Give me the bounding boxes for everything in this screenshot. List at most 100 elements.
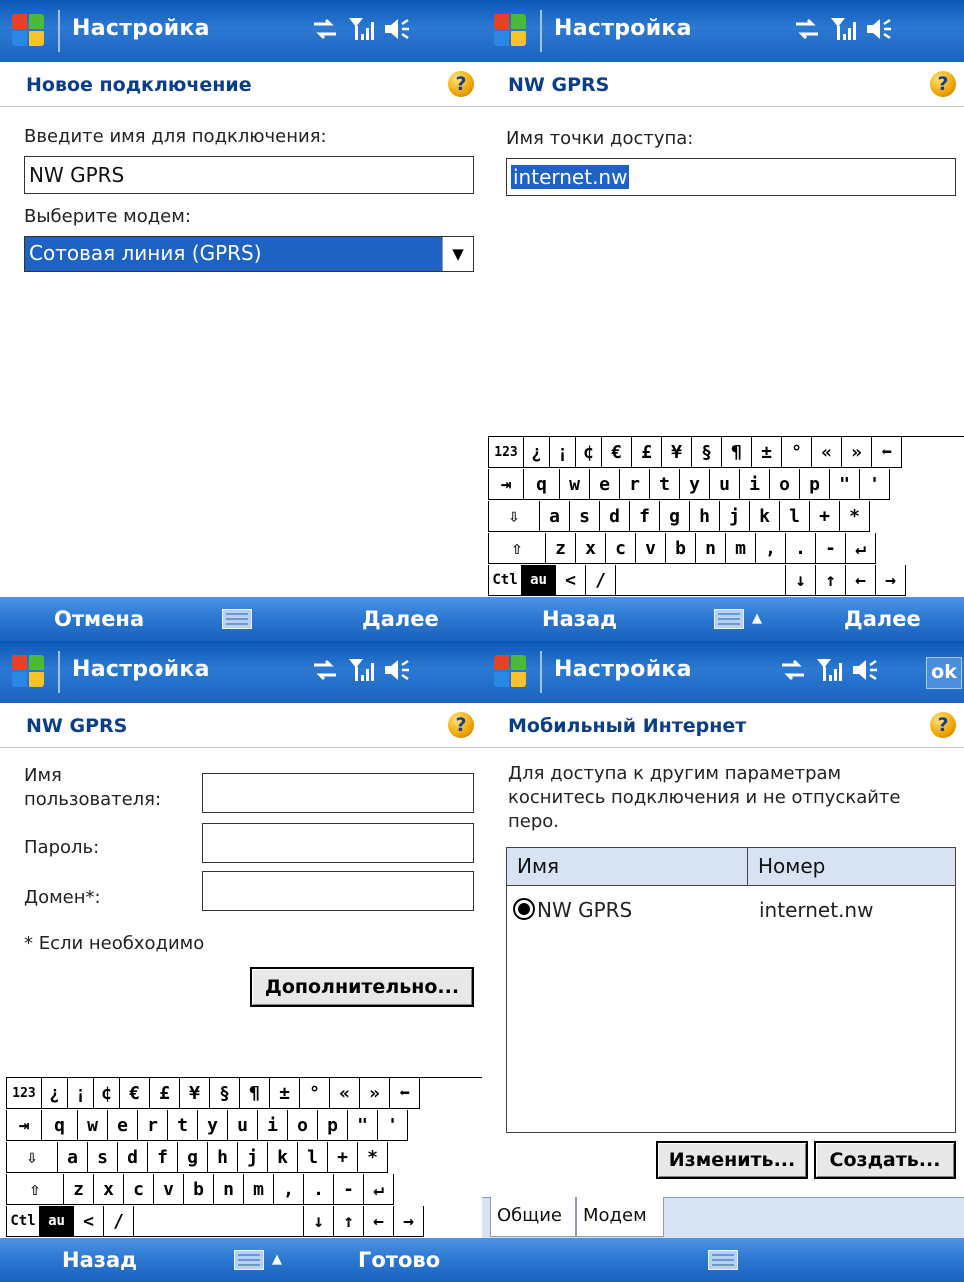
keyboard-key[interactable]: ' <box>378 1110 408 1141</box>
keyboard-key[interactable]: t <box>168 1110 198 1141</box>
keyboard-key[interactable]: ↵ <box>846 533 876 564</box>
list-item[interactable]: NW GPRS internet.nw <box>507 888 955 928</box>
keyboard-key[interactable]: " <box>348 1110 378 1141</box>
keyboard-key[interactable]: n <box>214 1174 244 1205</box>
keyboard-key[interactable]: z <box>546 533 576 564</box>
keyboard-key[interactable]: x <box>576 533 606 564</box>
connectivity-icon[interactable] <box>778 655 808 685</box>
keyboard-key[interactable]: u <box>228 1110 258 1141</box>
keyboard-key[interactable]: y <box>680 469 710 500</box>
keyboard-key[interactable] <box>134 1206 304 1237</box>
keyboard-key[interactable]: r <box>620 469 650 500</box>
keyboard-key[interactable]: / <box>586 565 616 596</box>
keyboard-key[interactable]: ⬅ <box>390 1078 420 1109</box>
keyboard-key[interactable]: ⬅ <box>872 437 902 468</box>
keyboard-key[interactable]: ⇩ <box>488 501 540 532</box>
keyboard-key[interactable]: d <box>118 1142 148 1173</box>
keyboard-key[interactable]: ⇥ <box>6 1110 42 1141</box>
keyboard-key[interactable]: w <box>78 1110 108 1141</box>
keyboard-key[interactable]: « <box>330 1078 360 1109</box>
keyboard-key[interactable] <box>616 565 786 596</box>
signal-icon[interactable] <box>346 655 376 685</box>
keyboard-key[interactable]: , <box>756 533 786 564</box>
column-header-name[interactable]: Имя <box>507 848 748 886</box>
keyboard-key[interactable]: y <box>198 1110 228 1141</box>
keyboard-key[interactable]: ¡ <box>550 437 576 468</box>
keyboard-key[interactable]: j <box>238 1142 268 1173</box>
signal-icon[interactable] <box>828 14 858 44</box>
keyboard-key[interactable]: » <box>360 1078 390 1109</box>
keyboard-key[interactable]: q <box>42 1110 78 1141</box>
keyboard-key[interactable]: £ <box>150 1078 180 1109</box>
keyboard-key[interactable]: l <box>780 501 810 532</box>
keyboard-key[interactable]: § <box>210 1078 240 1109</box>
keyboard-key[interactable]: ° <box>782 437 812 468</box>
tab-general[interactable]: Общие <box>490 1197 576 1237</box>
keyboard-key[interactable]: § <box>692 437 722 468</box>
keyboard-key[interactable]: h <box>690 501 720 532</box>
connection-name-input[interactable]: NW GPRS <box>24 156 474 194</box>
keyboard-key[interactable]: c <box>606 533 636 564</box>
back-button[interactable]: Назад <box>62 1248 137 1272</box>
keyboard-key[interactable]: 123 <box>6 1078 42 1109</box>
ok-button[interactable]: ok <box>926 657 962 689</box>
keyboard-key[interactable]: au <box>40 1206 74 1237</box>
keyboard-key[interactable]: b <box>184 1174 214 1205</box>
keyboard-key[interactable]: ' <box>860 469 890 500</box>
keyboard-key[interactable]: a <box>58 1142 88 1173</box>
help-icon[interactable]: ? <box>448 71 474 97</box>
connectivity-icon[interactable] <box>792 14 822 44</box>
keyboard-key[interactable]: * <box>840 501 870 532</box>
keyboard-key[interactable]: ↑ <box>334 1206 364 1237</box>
keyboard-key[interactable]: v <box>636 533 666 564</box>
keyboard-key[interactable]: r <box>138 1110 168 1141</box>
keyboard-key[interactable]: ¶ <box>722 437 752 468</box>
keyboard-key[interactable]: a <box>540 501 570 532</box>
connectivity-icon[interactable] <box>310 14 340 44</box>
keyboard-key[interactable]: f <box>148 1142 178 1173</box>
keyboard-key[interactable]: au <box>522 565 556 596</box>
keyboard-key[interactable]: ↑ <box>816 565 846 596</box>
keyboard-key[interactable]: € <box>120 1078 150 1109</box>
input-menu-arrow-icon[interactable]: ▲ <box>752 611 762 626</box>
keyboard-key[interactable]: € <box>602 437 632 468</box>
column-header-number[interactable]: Номер <box>748 848 955 886</box>
keyboard-icon[interactable] <box>234 1250 264 1270</box>
volume-icon[interactable] <box>864 14 894 44</box>
volume-icon[interactable] <box>382 655 412 685</box>
create-button[interactable]: Создать... <box>814 1141 956 1179</box>
keyboard-key[interactable]: ¢ <box>576 437 602 468</box>
keyboard-key[interactable]: ¿ <box>524 437 550 468</box>
keyboard-key[interactable]: ¥ <box>662 437 692 468</box>
start-menu-icon[interactable] <box>12 655 48 691</box>
help-icon[interactable]: ? <box>930 712 956 738</box>
keyboard-key[interactable]: , <box>274 1174 304 1205</box>
keyboard-key[interactable]: m <box>244 1174 274 1205</box>
keyboard-key[interactable]: i <box>258 1110 288 1141</box>
keyboard-key[interactable]: m <box>726 533 756 564</box>
signal-icon[interactable] <box>346 14 376 44</box>
back-button[interactable]: Назад <box>542 607 617 631</box>
keyboard-key[interactable]: n <box>696 533 726 564</box>
keyboard-key[interactable]: ← <box>364 1206 394 1237</box>
keyboard-key[interactable]: t <box>650 469 680 500</box>
next-button[interactable]: Далее <box>362 607 439 631</box>
keyboard-icon[interactable] <box>222 609 252 629</box>
keyboard-key[interactable]: » <box>842 437 872 468</box>
keyboard-key[interactable]: Ctl <box>488 565 522 596</box>
keyboard-key[interactable]: + <box>328 1142 358 1173</box>
keyboard-key[interactable]: ¢ <box>94 1078 120 1109</box>
keyboard-key[interactable]: h <box>208 1142 238 1173</box>
keyboard-key[interactable]: i <box>740 469 770 500</box>
keyboard-key[interactable]: 123 <box>488 437 524 468</box>
keyboard-key[interactable]: - <box>816 533 846 564</box>
keyboard-icon[interactable] <box>708 1250 738 1270</box>
keyboard-key[interactable]: k <box>750 501 780 532</box>
keyboard-key[interactable]: - <box>334 1174 364 1205</box>
keyboard-key[interactable]: g <box>178 1142 208 1173</box>
keyboard-icon[interactable] <box>714 609 744 629</box>
keyboard-key[interactable]: d <box>600 501 630 532</box>
keyboard-key[interactable]: l <box>298 1142 328 1173</box>
keyboard-key[interactable]: g <box>660 501 690 532</box>
volume-icon[interactable] <box>382 14 412 44</box>
